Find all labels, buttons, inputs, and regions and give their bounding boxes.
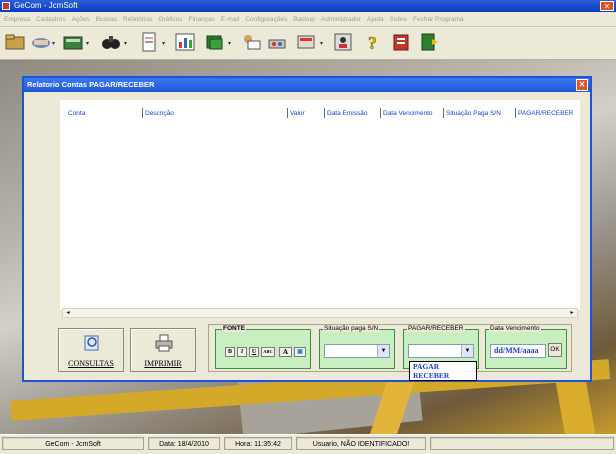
menu-item-empresa[interactable]: Empresa (4, 16, 30, 23)
status-time: Hora: 11:35:42 (224, 437, 292, 450)
background-color-button[interactable]: ▣ (294, 347, 306, 357)
binoculars-icon (102, 36, 120, 49)
menu-bar: Empresa Cadastros Ações Buscas Relatório… (0, 12, 616, 27)
data-vencimento-group: Data Vencimento dd/MM/aaaa OK (485, 325, 567, 369)
pagar-receber-select[interactable]: ▼ (408, 344, 474, 358)
option-pagar[interactable]: PAGAR (410, 362, 476, 371)
imprimir-button[interactable]: IMPRIMIR (130, 328, 196, 372)
app-title-bar: GeCom - JcmSoft ✕ (0, 0, 616, 12)
column-header-descricao[interactable]: Descrição (145, 110, 174, 117)
menu-item-cadastros[interactable]: Cadastros (36, 16, 66, 23)
help-icon: ? (368, 33, 378, 54)
column-header-data-emissao[interactable]: Data Emissão (327, 110, 367, 117)
underline-button[interactable]: U (249, 347, 259, 357)
consultas-button[interactable]: CONSULTAS (58, 328, 124, 372)
toolbar-exit-button[interactable] (418, 31, 440, 55)
magnifier-document-icon (84, 335, 99, 351)
menu-item-email[interactable]: E-mail (221, 16, 239, 23)
money-icon (206, 35, 223, 50)
toolbar-money-button[interactable] (204, 31, 226, 55)
toolbar: ▾ ▾ ▾ ▾ ▾ ▾ ? (0, 27, 616, 60)
status-empty (430, 437, 614, 450)
toolbar-folder-button[interactable] (4, 31, 26, 55)
chevron-down-icon[interactable]: ▼ (461, 345, 473, 357)
toolbar-report-button[interactable] (138, 31, 160, 55)
menu-item-graficos[interactable]: Gráficos (158, 16, 182, 23)
chart-icon (175, 33, 195, 51)
status-app: GeCom - JcmSoft (2, 437, 144, 450)
toolbar-admin-button[interactable] (332, 31, 354, 55)
exit-door-icon (421, 33, 438, 51)
menu-item-backup[interactable]: Backup (293, 16, 315, 23)
report-dialog: Relatorio Contas PAGAR/RECEBER ✕ Conta D… (22, 76, 592, 382)
column-header-pagar-receber[interactable]: PAGAR/RECEBER (518, 110, 574, 117)
menu-item-relatorios[interactable]: Relatórios (123, 16, 152, 23)
status-bar: GeCom - JcmSoft Data: 18/4/2010 Hora: 11… (0, 434, 616, 454)
situacao-legend: Situação paga S/N (323, 325, 380, 332)
dialog-title-bar: Relatorio Contas PAGAR/RECEBER ✕ (24, 78, 590, 92)
imprimir-label: IMPRIMIR (144, 359, 182, 368)
column-header-data-vencimento[interactable]: Data Vencimento (383, 110, 433, 117)
app-title: GeCom - JcmSoft (14, 1, 78, 10)
svg-text:?: ? (368, 33, 377, 53)
horizontal-scrollbar[interactable]: ◂ ▸ (62, 308, 578, 318)
scroll-right-icon[interactable]: ▸ (567, 309, 577, 317)
ok-button[interactable]: OK (548, 343, 562, 357)
font-color-button[interactable]: A (279, 347, 292, 357)
status-user: Usuario, NÃO IDENTIFICADO! (296, 437, 426, 450)
toolbar-calculator-button[interactable] (62, 31, 84, 55)
fonte-group: FONTE B I U ABC A ▣ (215, 325, 311, 369)
dialog-close-button[interactable]: ✕ (576, 79, 588, 91)
situacao-group: Situação paga S/N ▼ (319, 325, 395, 369)
menu-item-buscas[interactable]: Buscas (96, 16, 117, 23)
toolbar-help-button[interactable]: ? (362, 31, 384, 55)
data-vencimento-input[interactable]: dd/MM/aaaa (490, 344, 546, 358)
toolbar-network-button[interactable] (266, 31, 288, 55)
menu-item-financas[interactable]: Finanças (189, 16, 215, 23)
menu-item-fechar-programa[interactable]: Fechar Programa (413, 16, 464, 23)
toolbar-email-button[interactable] (240, 31, 262, 55)
email-icon (244, 35, 261, 50)
menu-item-configuracoes[interactable]: Configurações (245, 16, 287, 23)
chevron-down-icon[interactable]: ▼ (377, 345, 389, 357)
toolbar-chart-button[interactable] (174, 31, 196, 55)
app-icon (2, 2, 10, 10)
option-receber[interactable]: RECEBER (410, 371, 476, 380)
scroll-left-icon[interactable]: ◂ (63, 309, 73, 317)
toolbar-config-button[interactable] (296, 31, 318, 55)
dialog-title: Relatorio Contas PAGAR/RECEBER (27, 80, 155, 89)
about-icon (393, 34, 409, 51)
situacao-select[interactable]: ▼ (324, 344, 390, 358)
folder-icon (5, 34, 25, 50)
toolbar-about-button[interactable] (390, 31, 412, 55)
bold-button[interactable]: B (225, 347, 235, 357)
report-icon (142, 32, 156, 52)
column-header-conta[interactable]: Conta (68, 110, 85, 117)
pagar-receber-dropdown-list: PAGAR RECEBER (409, 361, 477, 381)
network-icon (268, 39, 286, 49)
column-header-valor[interactable]: Valor (290, 110, 305, 117)
calculator-icon (63, 36, 83, 50)
data-vencimento-legend: Data Vencimento (489, 325, 541, 332)
printer-icon (155, 334, 173, 352)
admin-icon (334, 33, 352, 51)
consultas-label: CONSULTAS (68, 359, 114, 368)
status-date: Data: 18/4/2010 (148, 437, 220, 450)
report-grid[interactable]: Conta Descrição Valor Data Emissão Data … (60, 100, 580, 310)
app-close-button[interactable]: ✕ (600, 1, 614, 11)
fonte-legend: FONTE (222, 325, 247, 332)
config-icon (297, 35, 315, 49)
menu-item-acoes[interactable]: Ações (72, 16, 90, 23)
menu-item-sobre[interactable]: Sobre (390, 16, 407, 23)
toolbar-handshake-button[interactable] (30, 31, 52, 55)
toolbar-binoculars-button[interactable] (100, 31, 122, 55)
pagar-receber-legend: PAGAR/RECEBER (407, 325, 465, 332)
filter-panel: FONTE B I U ABC A ▣ Situação paga S/N ▼ … (208, 324, 572, 372)
handshake-icon (32, 38, 50, 48)
italic-button[interactable]: I (237, 347, 247, 357)
menu-item-administrador[interactable]: Administrador (321, 16, 361, 23)
menu-item-ajuda[interactable]: Ajuda (367, 16, 384, 23)
column-header-situacao-paga[interactable]: Situação Paga S/N (446, 110, 501, 117)
strikethrough-button[interactable]: ABC (261, 347, 275, 357)
